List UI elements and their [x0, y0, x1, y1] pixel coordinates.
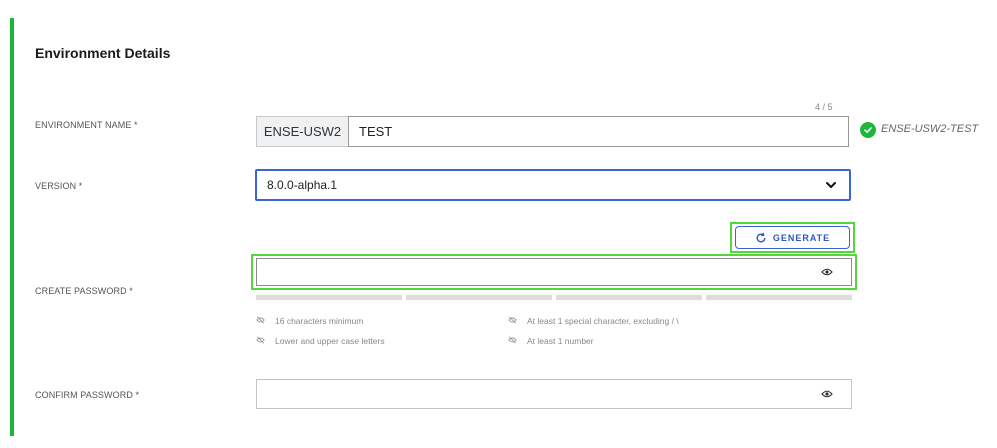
- env-name-value: TEST: [359, 124, 393, 139]
- env-name-prefix: ENSE-USW2: [256, 116, 348, 147]
- eye-off-icon: [256, 336, 265, 346]
- eye-off-icon: [256, 316, 265, 326]
- env-name-label: ENVIRONMENT NAME *: [35, 120, 138, 130]
- eye-off-icon: [508, 316, 517, 326]
- password-strength-meter: [256, 295, 852, 300]
- section-title: Environment Details: [35, 45, 171, 61]
- requirement-item: At least 1 number: [508, 336, 594, 346]
- env-name-result: ENSE-USW2-TEST: [881, 123, 979, 135]
- version-select[interactable]: 8.0.0-alpha.1: [255, 169, 851, 201]
- strength-segment: [256, 295, 402, 300]
- requirement-text: 16 characters minimum: [275, 316, 364, 326]
- strength-segment: [706, 295, 852, 300]
- refresh-icon: [755, 232, 767, 244]
- requirement-text: Lower and upper case letters: [275, 336, 385, 346]
- generate-label: GENERATE: [772, 232, 831, 243]
- section-accent-bar: [10, 18, 14, 436]
- eye-icon[interactable]: [821, 268, 833, 276]
- requirement-item: 16 characters minimum: [256, 316, 363, 326]
- confirm-password-label: CONFIRM PASSWORD *: [35, 390, 140, 400]
- char-counter: 4 / 5: [815, 102, 833, 112]
- version-selected-value: 8.0.0-alpha.1: [267, 178, 338, 192]
- create-password-label: CREATE PASSWORD *: [35, 286, 133, 296]
- eye-icon[interactable]: [821, 390, 833, 398]
- requirement-item: At least 1 special character, excluding …: [508, 316, 679, 326]
- env-name-input[interactable]: TEST: [348, 116, 849, 147]
- strength-segment: [406, 295, 552, 300]
- generate-button[interactable]: GENERATE: [735, 226, 850, 249]
- eye-off-icon: [508, 336, 517, 346]
- create-password-input[interactable]: [256, 258, 852, 286]
- requirement-item: Lower and upper case letters: [256, 336, 385, 346]
- strength-segment: [556, 295, 702, 300]
- check-circle-icon: [860, 122, 876, 138]
- confirm-password-input[interactable]: [256, 379, 852, 409]
- requirement-text: At least 1 number: [527, 336, 594, 346]
- requirement-text: At least 1 special character, excluding …: [527, 316, 679, 326]
- chevron-down-icon: [825, 178, 837, 192]
- version-label: VERSION *: [35, 181, 83, 191]
